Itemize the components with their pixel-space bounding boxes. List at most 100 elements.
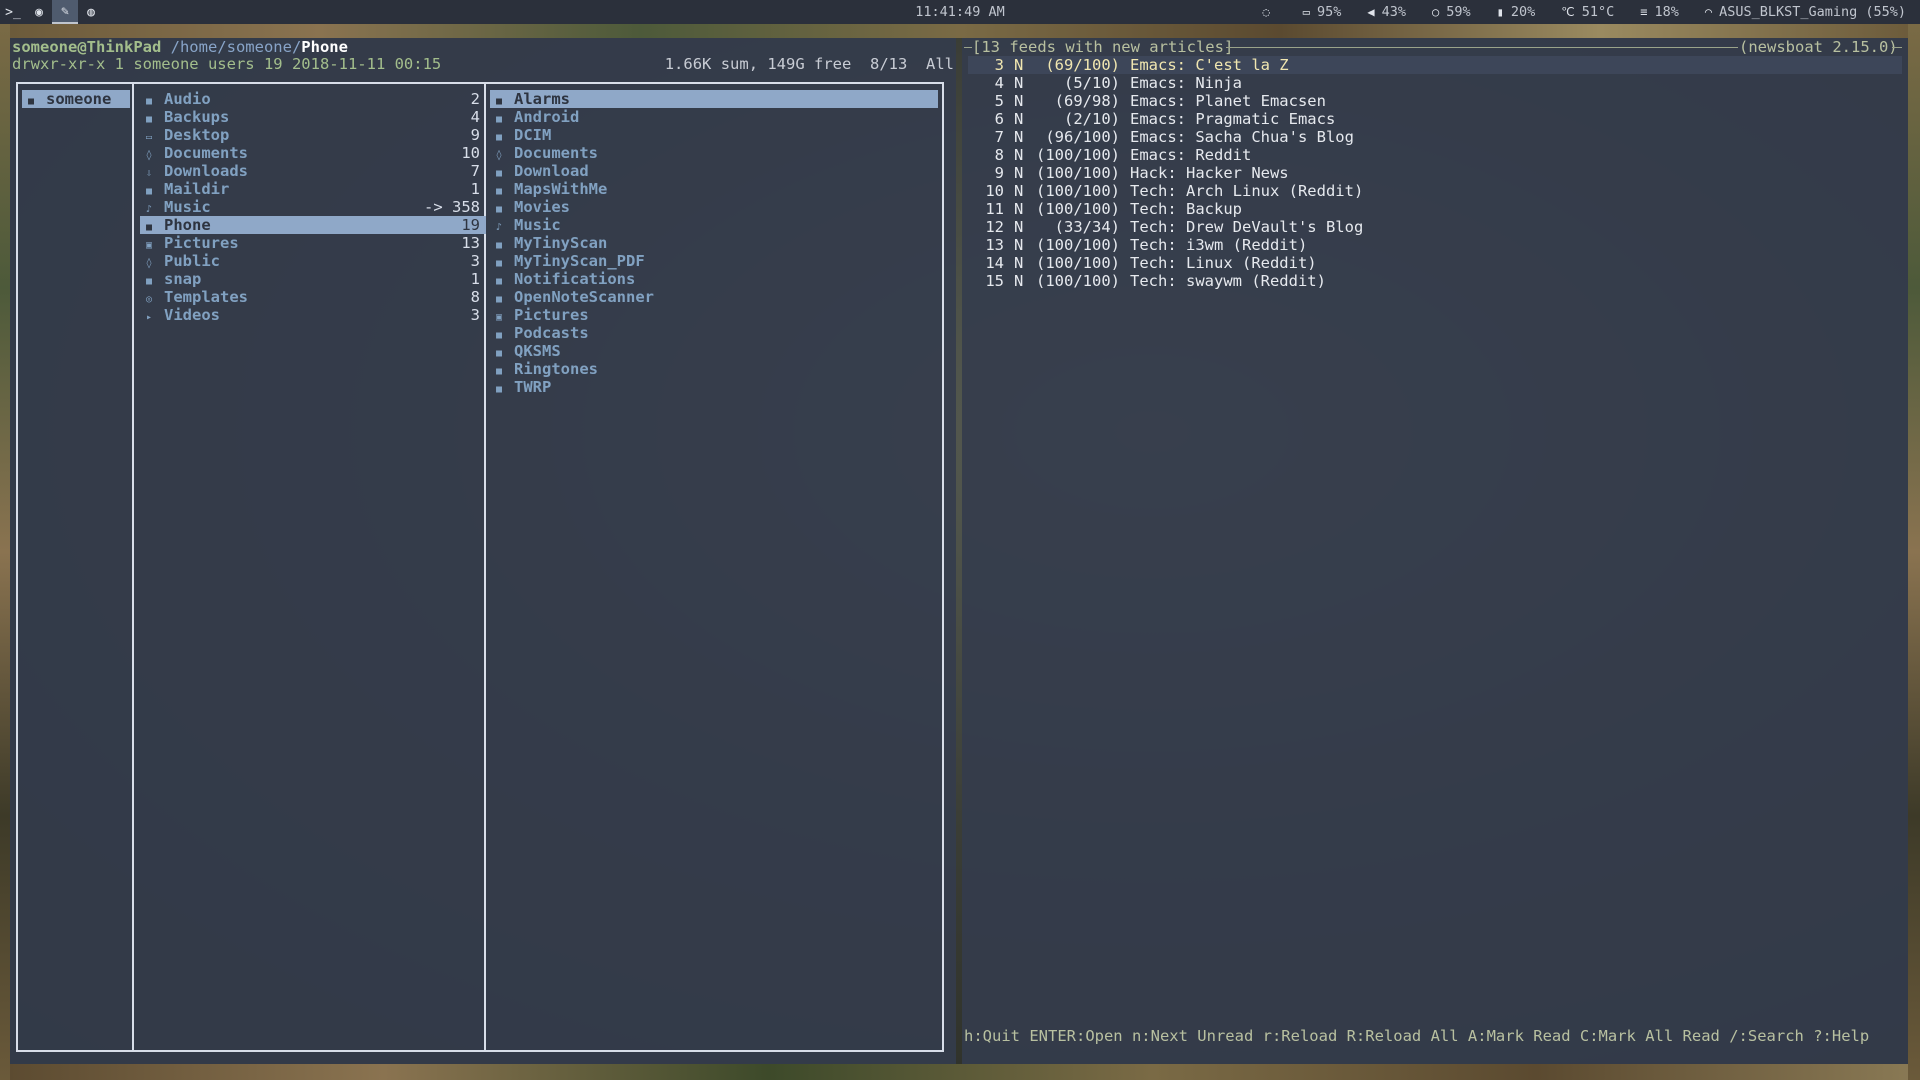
- ranger-columns-frame: ■ someone ■ Audio 2 ■ Backups 4 ▭ Desktop 9 ◊ Docum…: [16, 82, 944, 1052]
- status-value: 20%: [1510, 4, 1536, 20]
- status-value: 18%: [1654, 4, 1679, 20]
- ranger-terminal[interactable]: someone@ThinkPad /home/someone/Phone drw…: [10, 38, 956, 1064]
- directory-entry[interactable]: ▸ Videos 3: [140, 306, 486, 324]
- directory-entry[interactable]: ◎ Templates 8: [140, 288, 486, 306]
- directory-entry[interactable]: ⇩ Downloads 7: [140, 162, 486, 180]
- directory-entry[interactable]: ♪ Music -> 358: [140, 198, 486, 216]
- directory-entry[interactable]: ■ Ringtones: [490, 360, 938, 378]
- spotify-icon[interactable]: ◍: [78, 0, 104, 24]
- feed-title: Tech: Linux (Reddit): [1130, 254, 1317, 272]
- feed-title: Tech: Arch Linux (Reddit): [1130, 182, 1364, 200]
- feed-number: 15: [985, 272, 1004, 290]
- entry-count: 10: [461, 144, 480, 162]
- feed-number: 5: [994, 92, 1004, 110]
- directory-entry[interactable]: ■ Notifications: [490, 270, 938, 288]
- entry-name: Videos: [164, 306, 220, 324]
- feed-title: Hack: Hacker News: [1130, 164, 1289, 182]
- entry-name: Music: [514, 216, 561, 234]
- status-item: ◠ ASUS_BLKST_Gaming (55%): [1705, 4, 1906, 20]
- wallpaper-top: [0, 24, 1920, 38]
- directory-entry[interactable]: ■ MyTinyScan: [490, 234, 938, 252]
- feed-row[interactable]: 14 N (100/100) Tech: Linux (Reddit): [968, 254, 1902, 272]
- folder-icon: ■: [496, 384, 503, 395]
- entry-name: DCIM: [514, 126, 552, 144]
- entry-count: 4: [470, 108, 480, 126]
- feed-title: Emacs: Sacha Chua's Blog: [1130, 128, 1354, 146]
- directory-entry[interactable]: ♪ Music: [490, 216, 938, 234]
- feed-new-flag: N: [1014, 200, 1024, 218]
- header-rule: [1226, 47, 1738, 48]
- entry-name: someone: [46, 90, 112, 108]
- feed-new-flag: N: [1014, 56, 1024, 74]
- directory-entry[interactable]: ■ Movies: [490, 198, 938, 216]
- entry-name: MyTinyScan: [514, 234, 608, 252]
- directory-entry[interactable]: ■ Maildir 1: [140, 180, 486, 198]
- feed-unread-count: (100/100): [1036, 146, 1120, 164]
- feed-unread-count: (2/10): [1064, 110, 1120, 128]
- edit-icon[interactable]: ✎: [52, 0, 78, 24]
- directory-entry[interactable]: ■ Phone 19: [140, 216, 486, 234]
- feed-row[interactable]: 9 N (100/100) Hack: Hacker News: [968, 164, 1902, 182]
- directory-entry[interactable]: ■ OpenNoteScanner: [490, 288, 938, 306]
- directory-entry[interactable]: ▣ Pictures: [490, 306, 938, 324]
- feed-unread-count: (100/100): [1036, 182, 1120, 200]
- entry-name: Music: [164, 198, 211, 216]
- directory-entry[interactable]: ◊ Public 3: [140, 252, 486, 270]
- entry-count: 2: [470, 90, 480, 108]
- column-divider: [132, 84, 134, 1050]
- status-value: 59%: [1446, 4, 1471, 20]
- directory-entry[interactable]: ■ DCIM: [490, 126, 938, 144]
- feed-row[interactable]: 13 N (100/100) Tech: i3wm (Reddit): [968, 236, 1902, 254]
- status-value: ASUS_BLKST_Gaming (55%): [1719, 4, 1906, 20]
- firefox-icon[interactable]: ◉: [26, 0, 52, 24]
- feed-row[interactable]: 12 N (33/34) Tech: Drew DeVault's Blog: [968, 218, 1902, 236]
- header-rule: [964, 47, 972, 48]
- feed-row[interactable]: 11 N (100/100) Tech: Backup: [968, 200, 1902, 218]
- feed-row[interactable]: 10 N (100/100) Tech: Arch Linux (Reddit): [968, 182, 1902, 200]
- directory-entry[interactable]: ▣ Pictures 13: [140, 234, 486, 252]
- entry-name: Documents: [164, 144, 248, 162]
- feed-row[interactable]: 5 N (69/98) Emacs: Planet Emacsen: [968, 92, 1902, 110]
- directory-entry[interactable]: ■ Android: [490, 108, 938, 126]
- directory-entry[interactable]: ■ Audio 2: [140, 90, 486, 108]
- feed-row[interactable]: 4 N (5/10) Emacs: Ninja: [968, 74, 1902, 92]
- directory-entry[interactable]: ■ MapsWithMe: [490, 180, 938, 198]
- cpu-icon: ○: [1431, 5, 1440, 19]
- newsboat-terminal[interactable]: [13 feeds with new articles] (newsboat 2…: [962, 38, 1908, 1064]
- feed-new-flag: N: [1014, 164, 1024, 182]
- feed-title: Tech: Backup: [1130, 200, 1242, 218]
- feed-row[interactable]: 7 N (96/100) Emacs: Sacha Chua's Blog: [968, 128, 1902, 146]
- wallpaper-right: [1908, 24, 1920, 1080]
- feed-row[interactable]: 6 N (2/10) Emacs: Pragmatic Emacs: [968, 110, 1902, 128]
- directory-entry[interactable]: ■ QKSMS: [490, 342, 938, 360]
- directory-entry[interactable]: ▭ Desktop 9: [140, 126, 486, 144]
- feed-new-flag: N: [1014, 182, 1024, 200]
- parent-directory-column: ■ someone: [22, 90, 130, 108]
- directory-entry[interactable]: ■ MyTinyScan_PDF: [490, 252, 938, 270]
- workspace-switcher: >_ ◉ ✎ ◍: [0, 0, 104, 24]
- directory-entry[interactable]: ◊ Documents 10: [140, 144, 486, 162]
- status-item: ≡ 18%: [1640, 4, 1679, 20]
- newsboat-version: (newsboat 2.15.0): [1739, 38, 1898, 56]
- folder-icon: ■: [28, 96, 35, 107]
- wifi-icon: ◠: [1704, 5, 1713, 19]
- top-status-bar: >_ ◉ ✎ ◍ 11:41:49 AM ◌ ▭ 95% ◀ 43% ○ 59% ▮ 20% ℃ 51°C…: [0, 0, 1920, 24]
- feed-row[interactable]: 8 N (100/100) Emacs: Reddit: [968, 146, 1902, 164]
- directory-entry[interactable]: ■ TWRP: [490, 378, 938, 396]
- feed-row[interactable]: 3 N (69/100) Emacs: C'est la Z: [968, 56, 1902, 74]
- feed-unread-count: (5/10): [1064, 74, 1120, 92]
- terminal-icon[interactable]: >_: [0, 0, 26, 24]
- feed-new-flag: N: [1014, 236, 1024, 254]
- directory-entry[interactable]: ■ Backups 4: [140, 108, 486, 126]
- feed-number: 8: [994, 146, 1004, 164]
- directory-entry[interactable]: ■ someone: [22, 90, 130, 108]
- directory-entry[interactable]: ■ Alarms: [490, 90, 938, 108]
- directory-entry[interactable]: ■ Podcasts: [490, 324, 938, 342]
- feed-row[interactable]: 15 N (100/100) Tech: swaywm (Reddit): [968, 272, 1902, 290]
- entry-name: Podcasts: [514, 324, 589, 342]
- feed-title: Emacs: Pragmatic Emacs: [1130, 110, 1336, 128]
- directory-entry[interactable]: ■ snap 1: [140, 270, 486, 288]
- directory-entry[interactable]: ■ Download: [490, 162, 938, 180]
- status-item: ◌: [1262, 5, 1276, 19]
- directory-entry[interactable]: ◊ Documents: [490, 144, 938, 162]
